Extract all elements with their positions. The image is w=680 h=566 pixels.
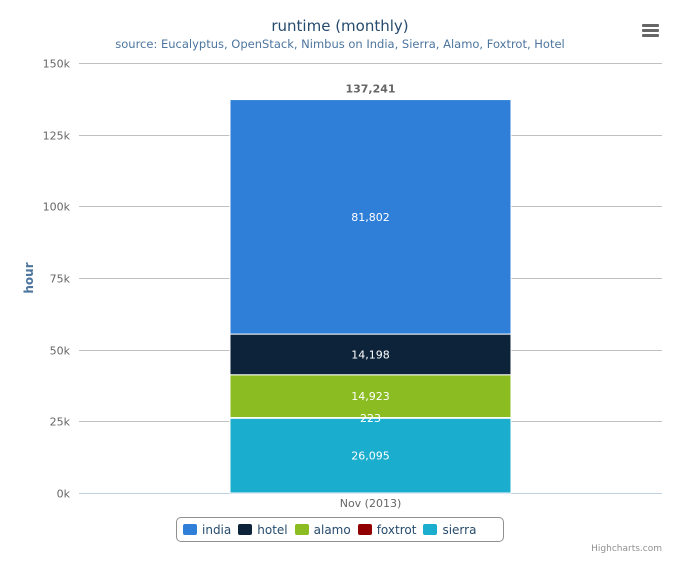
legend-label: india xyxy=(202,522,232,537)
legend-label: foxtrot xyxy=(376,522,417,537)
bar-stack xyxy=(229,99,512,494)
y-tick-label: 75k xyxy=(50,273,71,286)
y-axis-ticks: 0k 25k 50k 75k 100k 125k 150k xyxy=(43,58,71,501)
legend-item-india[interactable]: india xyxy=(183,523,231,537)
legend-item-sierra[interactable]: sierra xyxy=(423,523,476,537)
data-label-hotel: 14,198 xyxy=(351,348,390,361)
x-tick-label: Nov (2013) xyxy=(340,497,402,510)
legend-item-foxtrot[interactable]: foxtrot xyxy=(357,522,417,537)
legend-swatch-icon xyxy=(238,524,253,535)
y-tick-label: 0k xyxy=(57,488,71,501)
legend-label: sierra xyxy=(442,522,477,537)
legend-item-alamo[interactable]: alamo xyxy=(294,522,351,537)
legend-label: alamo xyxy=(313,522,351,537)
y-tick-label: 100k xyxy=(43,201,71,214)
data-label-sierra: 26,095 xyxy=(351,450,390,463)
legend-swatch-icon xyxy=(357,524,372,535)
x-axis-ticks: Nov (2013) xyxy=(340,497,402,510)
data-label-alamo: 14,923 xyxy=(351,390,390,403)
legend: india hotel alamo foxtrot sierra xyxy=(176,517,504,542)
y-tick-label: 150k xyxy=(43,58,71,71)
data-label-india: 81,802 xyxy=(351,211,390,224)
credits-link[interactable]: Highcharts.com xyxy=(591,544,662,554)
y-axis-title: hour xyxy=(22,262,36,293)
legend-label: hotel xyxy=(257,522,288,537)
stack-total-label: 137,241 xyxy=(345,83,395,96)
legend-swatch-icon xyxy=(423,524,438,535)
legend-item-hotel[interactable]: hotel xyxy=(238,522,288,537)
y-tick-label: 125k xyxy=(43,130,71,143)
y-tick-label: 25k xyxy=(50,416,71,429)
data-label-foxtrot: 223 xyxy=(360,412,381,425)
legend-swatch-icon xyxy=(183,524,197,535)
chart-container: runtime (monthly) source: Eucalyptus, Op… xyxy=(0,0,680,566)
legend-swatch-icon xyxy=(294,524,309,535)
y-tick-label: 50k xyxy=(50,345,71,358)
plot-area: 0k 25k 50k 75k 100k 125k 150k hour 26,095 223 14… xyxy=(22,58,662,510)
